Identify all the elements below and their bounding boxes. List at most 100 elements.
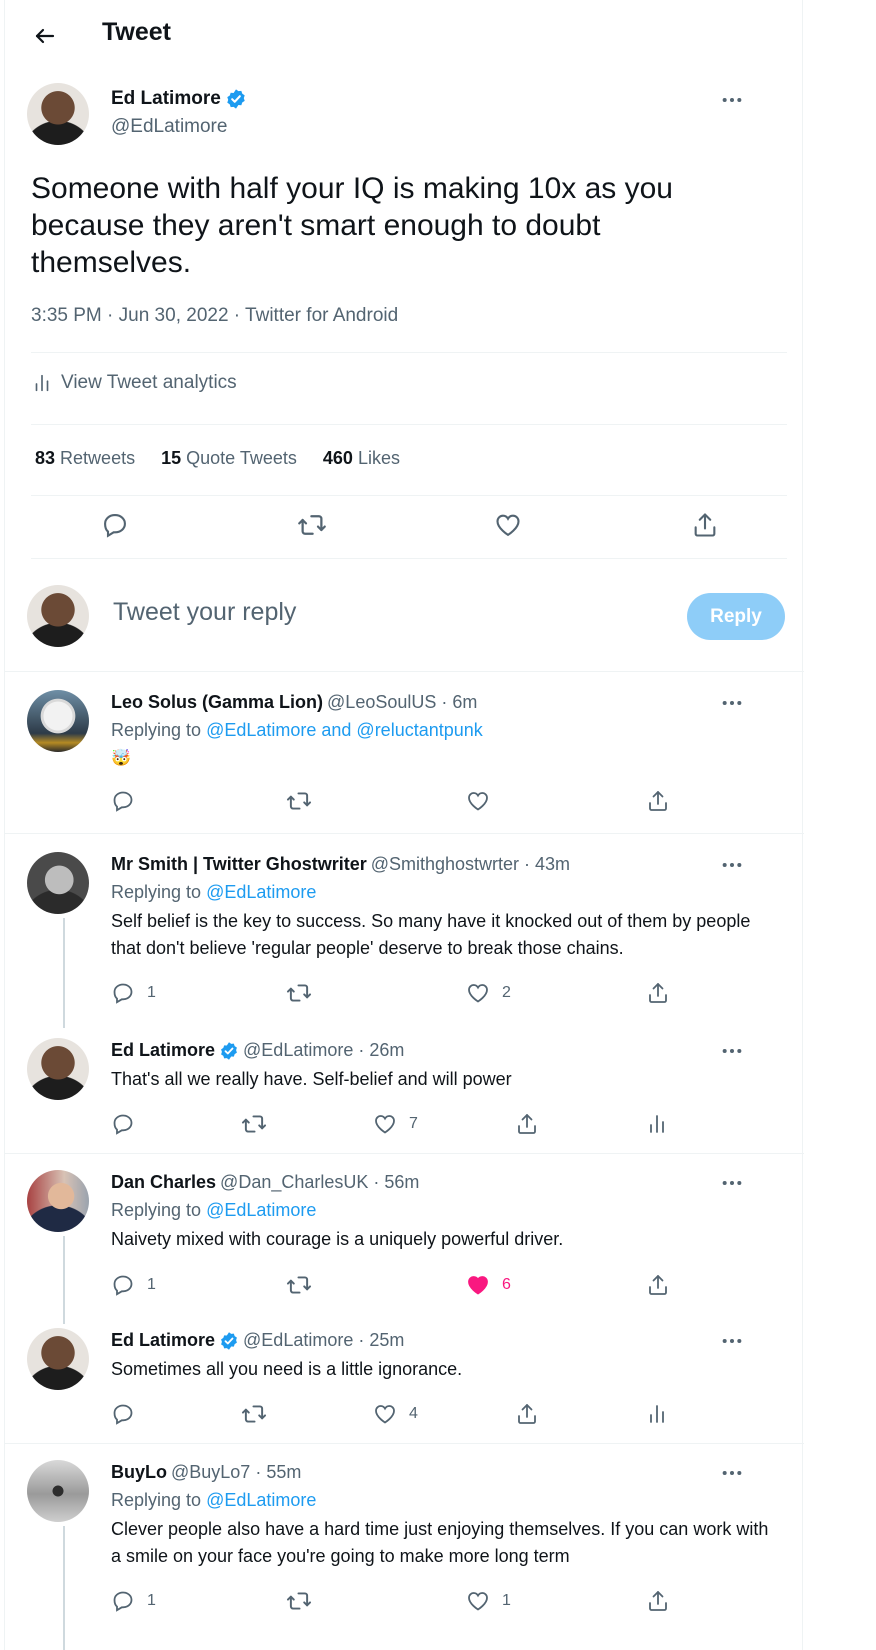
replying-to-link[interactable]: @EdLatimore and @reluctantpunk <box>206 720 483 740</box>
retweet-icon[interactable] <box>241 1111 373 1137</box>
analytics-icon[interactable] <box>645 1402 669 1426</box>
reply-header: BuyLo @BuyLo7 · 55m <box>111 1462 301 1483</box>
likes-stat[interactable]: 460 Likes <box>323 448 400 469</box>
author-handle-time[interactable]: @EdLatimore · 25m <box>243 1330 404 1351</box>
reply-header: Ed Latimore @EdLatimore · 26m <box>111 1040 404 1061</box>
replying-to-link[interactable]: @EdLatimore <box>206 1490 316 1510</box>
thread-line <box>63 918 65 1028</box>
more-options-icon[interactable] <box>717 1463 747 1483</box>
tweet-timestamp[interactable]: 3:35 PM · Jun 30, 2022 · Twitter for And… <box>31 305 398 327</box>
author-handle-time[interactable]: @Smithghostwrter · 43m <box>371 854 570 875</box>
more-options-icon[interactable] <box>717 1173 747 1193</box>
reply-action-bar: 7 <box>111 1111 731 1137</box>
analytics-icon[interactable] <box>645 1112 669 1136</box>
avatar[interactable] <box>27 852 89 914</box>
share-icon[interactable] <box>646 1589 670 1613</box>
reply-button-with-count[interactable]: 1 <box>111 1273 286 1297</box>
avatar[interactable] <box>27 1328 89 1390</box>
like-icon[interactable] <box>466 789 646 813</box>
view-analytics-link[interactable]: View Tweet analytics <box>31 372 237 394</box>
author-handle-time[interactable]: @Dan_CharlesUK · 56m <box>220 1172 419 1193</box>
avatar[interactable] <box>27 1170 89 1232</box>
avatar[interactable] <box>27 1460 89 1522</box>
reply-icon <box>111 981 135 1005</box>
like-icon <box>373 1112 397 1136</box>
divider <box>5 1443 804 1444</box>
replying-prefix: Replying to <box>111 882 207 902</box>
share-icon[interactable] <box>515 1402 645 1426</box>
analytics-label: View Tweet analytics <box>61 372 237 393</box>
avatar[interactable] <box>27 83 89 145</box>
like-button-with-count[interactable]: 2 <box>466 981 646 1005</box>
like-icon <box>466 981 490 1005</box>
like-button-with-count[interactable]: 4 <box>373 1402 515 1426</box>
likes-count: 460 <box>322 448 353 468</box>
more-options-icon[interactable] <box>717 1041 747 1061</box>
like-icon[interactable] <box>488 505 528 545</box>
more-options-icon[interactable] <box>717 693 747 713</box>
author-handle-time[interactable]: @LeoSoulUS · 6m <box>327 692 477 713</box>
like-count: 2 <box>502 984 511 1001</box>
author-handle[interactable]: @EdLatimore <box>111 116 227 138</box>
author-handle-time[interactable]: @BuyLo7 · 55m <box>171 1462 301 1483</box>
reply-button[interactable]: Reply <box>687 593 785 640</box>
retweet-icon[interactable] <box>292 505 332 545</box>
retweet-icon[interactable] <box>241 1401 373 1427</box>
divider <box>31 495 787 496</box>
more-options-icon[interactable] <box>717 90 747 110</box>
retweet-icon[interactable] <box>286 788 466 814</box>
like-button-with-count[interactable]: 1 <box>466 1589 646 1613</box>
reply-icon[interactable] <box>111 1402 241 1426</box>
more-options-icon[interactable] <box>717 1331 747 1351</box>
reply-text: Self belief is the key to success. So ma… <box>111 911 751 958</box>
reply-action-bar: 1 1 <box>111 1588 691 1614</box>
replying-prefix: Replying to <box>111 1490 207 1510</box>
reply-button-with-count[interactable]: 1 <box>111 981 286 1005</box>
author-name[interactable]: Dan Charles <box>111 1172 216 1193</box>
more-options-icon[interactable] <box>717 855 747 875</box>
reply-icon[interactable] <box>111 789 286 813</box>
replying-to-link[interactable]: @EdLatimore <box>206 882 316 902</box>
reply-header: Mr Smith | Twitter Ghostwriter @Smithgho… <box>111 854 570 875</box>
reply-input[interactable]: Tweet your reply <box>113 598 613 627</box>
author-name[interactable]: Ed Latimore <box>111 88 221 110</box>
retweets-stat[interactable]: 83 Retweets <box>35 448 135 469</box>
reply-count: 1 <box>147 1592 156 1609</box>
avatar[interactable] <box>27 1038 89 1100</box>
reply-icon <box>111 1589 135 1613</box>
share-icon[interactable] <box>646 981 670 1005</box>
share-icon[interactable] <box>646 1273 670 1297</box>
retweets-label: Retweets <box>60 448 136 468</box>
share-icon[interactable] <box>515 1112 645 1136</box>
back-arrow-icon[interactable] <box>27 20 63 52</box>
author-name[interactable]: BuyLo <box>111 1462 167 1483</box>
author-name[interactable]: Ed Latimore <box>111 1040 215 1061</box>
author-handle-time[interactable]: @EdLatimore · 26m <box>243 1040 404 1061</box>
author-name[interactable]: Ed Latimore <box>111 1330 215 1351</box>
share-icon[interactable] <box>685 505 725 545</box>
thread-line <box>63 1236 65 1324</box>
composer-avatar <box>27 585 89 647</box>
reply-icon[interactable] <box>111 1112 241 1136</box>
divider <box>31 352 787 353</box>
retweet-icon[interactable] <box>286 1588 466 1614</box>
author-name[interactable]: Leo Solus (Gamma Lion) <box>111 692 323 713</box>
reply-button-with-count[interactable]: 1 <box>111 1589 286 1613</box>
liked-heart-icon <box>466 1273 490 1297</box>
reply-icon[interactable] <box>95 505 135 545</box>
author-name[interactable]: Mr Smith | Twitter Ghostwriter <box>111 854 367 875</box>
verified-badge-icon <box>219 1331 239 1351</box>
avatar[interactable] <box>27 690 89 752</box>
share-icon[interactable] <box>646 789 670 813</box>
retweet-icon[interactable] <box>286 1272 466 1298</box>
replying-to-link[interactable]: @EdLatimore <box>206 1200 316 1220</box>
replying-to: Replying to @EdLatimore <box>111 882 316 903</box>
like-button-with-count[interactable]: 6 <box>466 1273 646 1297</box>
like-button-with-count[interactable]: 7 <box>373 1112 515 1136</box>
tweet-text: Someone with half your IQ is making 10x … <box>31 172 673 279</box>
reply-count: 1 <box>147 984 156 1001</box>
quote-tweets-stat[interactable]: 15 Quote Tweets <box>161 448 297 469</box>
retweet-icon[interactable] <box>286 980 466 1006</box>
exploding-head-emoji: 🤯 <box>111 750 131 767</box>
reply-text: Sometimes all you need is a little ignor… <box>111 1359 463 1379</box>
